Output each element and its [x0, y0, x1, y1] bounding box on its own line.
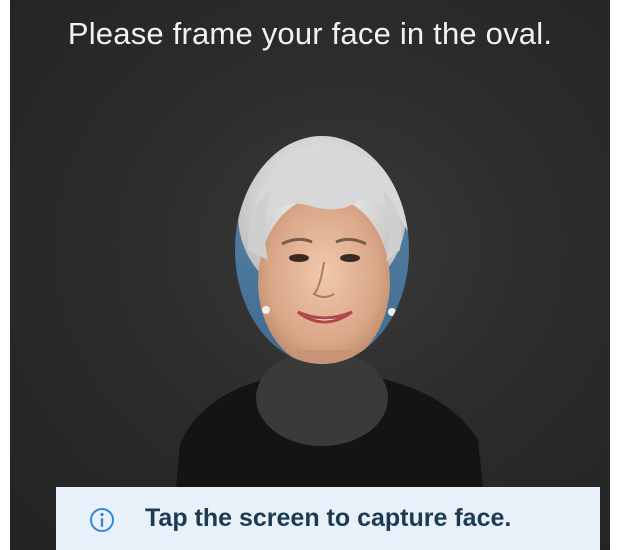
- capture-hint-text: Tap the screen to capture face.: [145, 504, 512, 532]
- capture-hint-banner: Tap the screen to capture face.: [56, 487, 600, 550]
- neck-shadow: [256, 350, 388, 446]
- info-icon: [90, 508, 114, 532]
- face-oval: [235, 136, 409, 364]
- face-capture-screen[interactable]: Please frame your face in the oval. Tap …: [10, 0, 610, 550]
- camera-preview: [170, 136, 490, 550]
